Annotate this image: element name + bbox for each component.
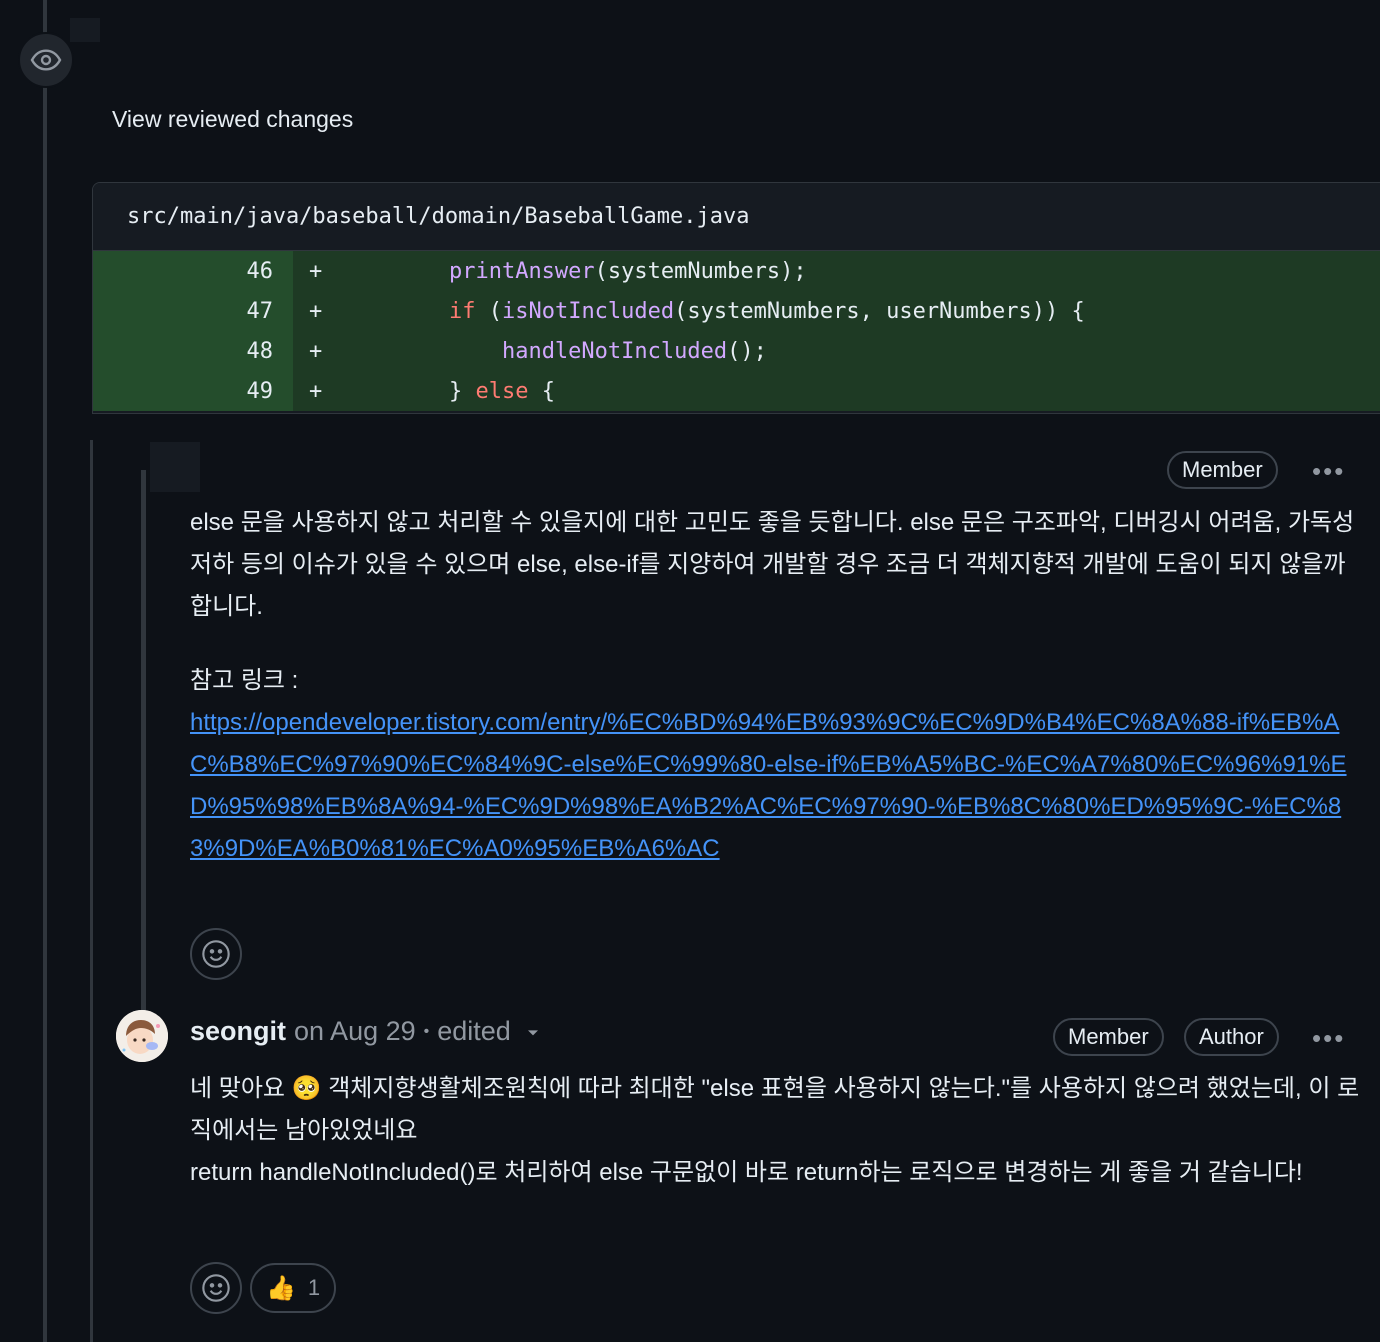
author-name[interactable]: seongit [190, 1016, 286, 1047]
timeline-line [43, 0, 47, 1342]
diff-sign: + [309, 378, 323, 404]
reference-link[interactable]: https://opendeveloper.tistory.com/entry/… [190, 702, 1360, 870]
diff-sign: + [309, 258, 323, 284]
diff-file: src/main/java/baseball/domain/BaseballGa… [92, 182, 1380, 414]
code-text: } else { [448, 378, 555, 404]
comment-date[interactable]: on Aug 29 [294, 1016, 416, 1047]
code-text: printAnswer(systemNumbers); [448, 258, 807, 284]
smiley-icon [202, 1274, 230, 1302]
line-number[interactable]: 46 [93, 251, 293, 291]
comment-paragraph: 네 맞아요 🥺 객체지향생활체조원칙에 따라 최대한 "else 표현을 사용하… [190, 1075, 1360, 1144]
comment-body: 네 맞아요 🥺 객체지향생활체조원칙에 따라 최대한 "else 표현을 사용하… [190, 1068, 1360, 1194]
diff-line: 49 + } else { [93, 371, 1380, 411]
avatar-placeholder [150, 442, 200, 492]
add-reaction-button[interactable] [190, 928, 242, 980]
line-number[interactable]: 47 [93, 291, 293, 331]
eye-icon [18, 32, 74, 88]
smiley-icon [202, 940, 230, 968]
separator: • [423, 1022, 430, 1040]
kebab-icon[interactable]: ••• [1312, 458, 1345, 484]
member-badge: Member [1053, 1018, 1164, 1056]
view-reviewed-changes-link[interactable]: View reviewed changes [112, 106, 353, 133]
author-badge: Author [1184, 1018, 1279, 1056]
comment-connector-line [141, 470, 146, 1010]
diff-line: 48 + handleNotIncluded(); [93, 331, 1380, 371]
diff-sign: + [309, 338, 323, 364]
reaction-count: 1 [307, 1275, 321, 1300]
line-number[interactable]: 49 [93, 371, 293, 411]
pr-conversation: View reviewed changes src/main/java/base… [0, 0, 1380, 1342]
line-number[interactable]: 48 [93, 331, 293, 371]
file-path[interactable]: src/main/java/baseball/domain/BaseballGa… [93, 183, 1380, 251]
code-text: handleNotIncluded(); [501, 338, 767, 364]
reference-label: 참고 링크 : [190, 667, 299, 694]
diff-line: 46 + printAnswer(systemNumbers); [93, 251, 1380, 291]
comment-author-line: seongit on Aug 29 • edited [190, 1016, 543, 1047]
member-badge: Member [1167, 451, 1278, 489]
chevron-down-icon[interactable] [523, 1022, 543, 1042]
thumbs-up-icon: 👍 [266, 1274, 296, 1302]
code-text: if (isNotIncluded(systemNumbers, userNum… [448, 298, 1085, 324]
diff-line: 47 + if (isNotIncluded(systemNumbers, us… [93, 291, 1380, 331]
kebab-icon[interactable]: ••• [1312, 1025, 1345, 1051]
comment-paragraph: else 문을 사용하지 않고 처리할 수 있을지에 대한 고민도 좋을 듯합니… [190, 509, 1355, 620]
avatar-placeholder [70, 18, 100, 42]
avatar[interactable] [116, 1010, 168, 1062]
thread-line [90, 440, 93, 1342]
thumbs-up-reaction[interactable]: 👍 1 [250, 1263, 337, 1313]
comment-paragraph: return handleNotIncluded()로 처리하여 else 구문… [190, 1159, 1303, 1186]
comment-body: else 문을 사용하지 않고 처리할 수 있을지에 대한 고민도 좋을 듯합니… [190, 502, 1360, 870]
add-reaction-button[interactable] [190, 1262, 242, 1314]
diff-sign: + [309, 298, 323, 324]
edited-label[interactable]: edited [437, 1016, 511, 1047]
